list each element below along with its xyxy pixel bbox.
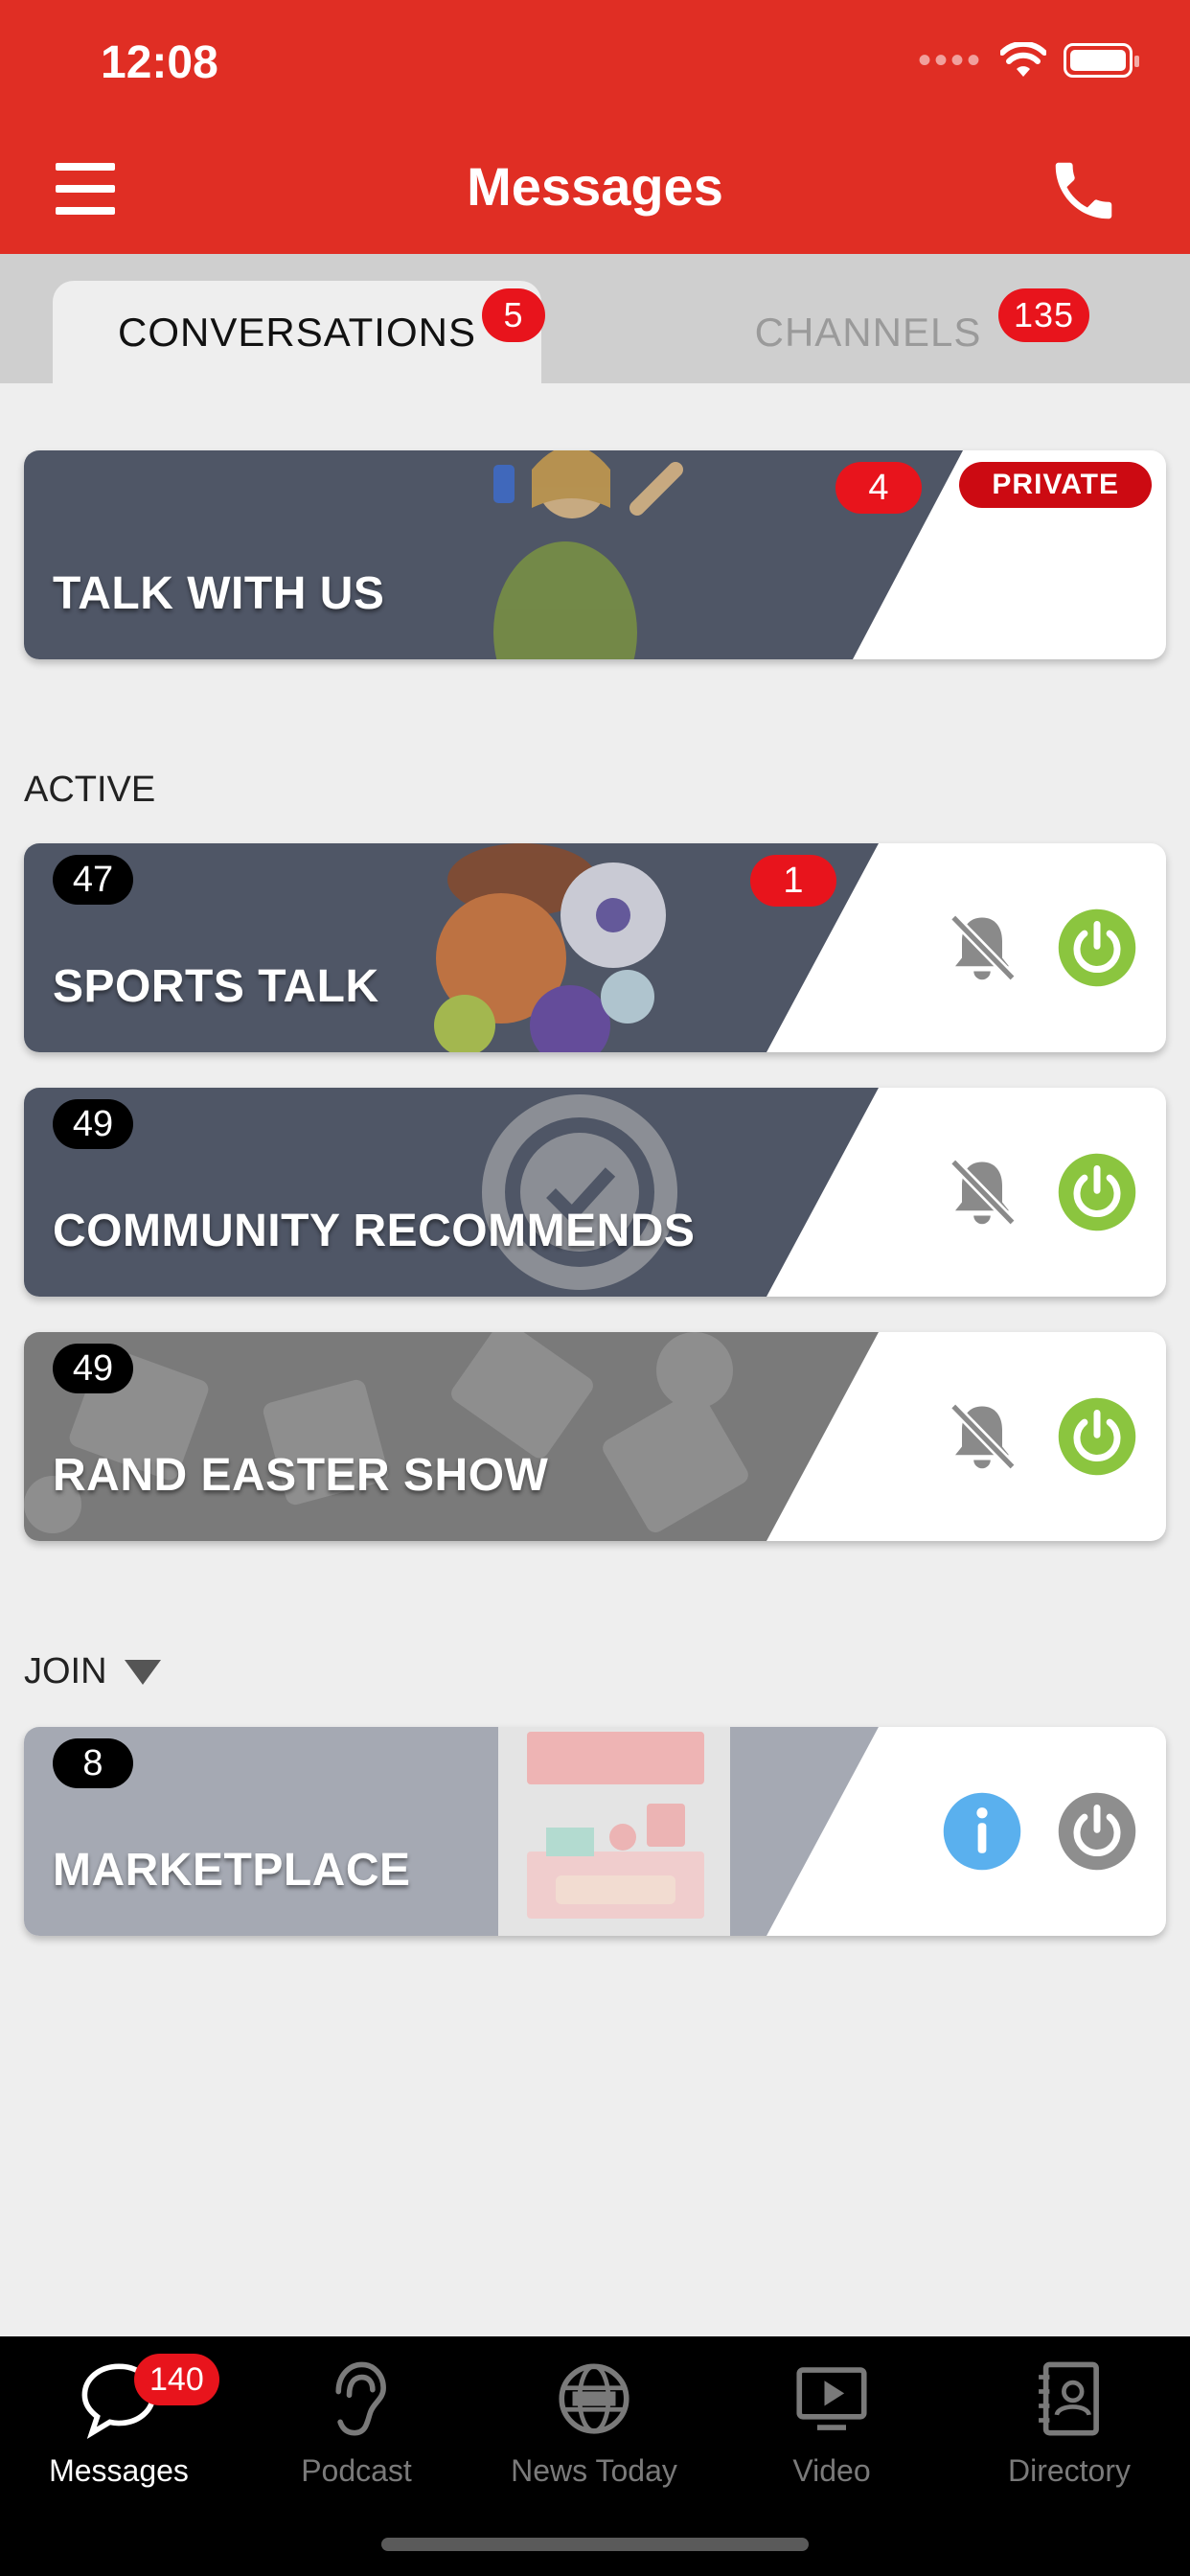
power-on-icon[interactable]: [1057, 908, 1137, 988]
globe-news-icon: [559, 2363, 629, 2434]
join-section-text: JOIN: [24, 1651, 107, 1691]
private-badge: PRIVATE: [959, 462, 1152, 508]
contact-book-icon: [1039, 2361, 1099, 2436]
nav-messages-label: Messages: [49, 2453, 189, 2488]
tab-channels-label: CHANNELS: [754, 309, 982, 355]
tab-bar: CONVERSATIONS 5 CHANNELS 135: [0, 254, 1190, 383]
nav-directory-label: Directory: [1007, 2453, 1131, 2488]
tab-conversations[interactable]: CONVERSATIONS 5: [53, 281, 545, 383]
channel-card-marketplace[interactable]: 8 MARKETPLACE: [24, 1727, 1166, 1936]
bell-muted-icon[interactable]: [942, 908, 1022, 988]
home-indicator: [381, 2538, 809, 2551]
nav-podcast[interactable]: Podcast: [238, 2356, 475, 2518]
channels-badge: 135: [998, 288, 1090, 342]
active-section-text: ACTIVE: [24, 770, 156, 810]
app-header: 12:08 •••• Messages: [0, 0, 1190, 254]
ear-icon: [335, 2361, 386, 2436]
messages-badge: 140: [134, 2354, 219, 2405]
nav-podcast-label: Podcast: [301, 2453, 412, 2488]
phone-icon[interactable]: [1046, 153, 1121, 228]
member-count: 8: [53, 1738, 133, 1788]
power-off-icon[interactable]: [1057, 1791, 1137, 1872]
power-on-icon[interactable]: [1057, 1152, 1137, 1232]
tab-conversations-label: CONVERSATIONS: [118, 309, 476, 355]
battery-icon: [1064, 43, 1139, 78]
wifi-icon: [1000, 42, 1046, 77]
caret-down-icon: [124, 1659, 161, 1685]
status-icons: ••••: [917, 39, 1139, 81]
nav-directory[interactable]: Directory: [950, 2356, 1188, 2518]
nav-video-label: Video: [792, 2453, 871, 2488]
unread-badge: 4: [835, 462, 922, 514]
bell-muted-icon[interactable]: [942, 1396, 1022, 1477]
bell-muted-icon[interactable]: [942, 1152, 1022, 1232]
info-icon[interactable]: [942, 1791, 1022, 1872]
channel-card-community-recommends[interactable]: 49 COMMUNITY RECOMMENDS: [24, 1088, 1166, 1297]
status-time: 12:08: [101, 37, 218, 88]
channel-name: COMMUNITY RECOMMENDS: [53, 1206, 696, 1256]
signal-icon: ••••: [917, 39, 983, 81]
channel-card-sports-talk[interactable]: 47 SPORTS TALK 1: [24, 843, 1166, 1052]
channel-name: SPORTS TALK: [53, 961, 379, 1012]
channel-name: RAND EASTER SHOW: [53, 1450, 549, 1501]
active-section-label: ACTIVE: [24, 770, 155, 811]
conversations-badge: 5: [482, 288, 545, 342]
member-count: 49: [53, 1099, 133, 1149]
channel-name: TALK WITH US: [53, 568, 385, 619]
nav-news-today[interactable]: News Today: [475, 2356, 713, 2518]
unread-badge: 1: [750, 855, 836, 907]
nav-video[interactable]: Video: [713, 2356, 950, 2518]
member-count: 49: [53, 1344, 133, 1393]
talk-with-us-card[interactable]: TALK WITH US 4 PRIVATE: [24, 450, 1166, 659]
page-title: Messages: [467, 156, 723, 217]
member-count: 47: [53, 855, 133, 905]
channel-name: MARKETPLACE: [53, 1845, 411, 1896]
nav-news-today-label: News Today: [511, 2453, 677, 2488]
nav-messages[interactable]: Messages 140: [0, 2354, 238, 2518]
power-on-icon[interactable]: [1057, 1396, 1137, 1477]
join-section-toggle[interactable]: JOIN: [24, 1651, 161, 1692]
tab-channels[interactable]: CHANNELS 135: [546, 281, 1190, 383]
video-play-icon: [796, 2367, 867, 2430]
channel-card-rand-easter-show[interactable]: 49 RAND EASTER SHOW: [24, 1332, 1166, 1541]
